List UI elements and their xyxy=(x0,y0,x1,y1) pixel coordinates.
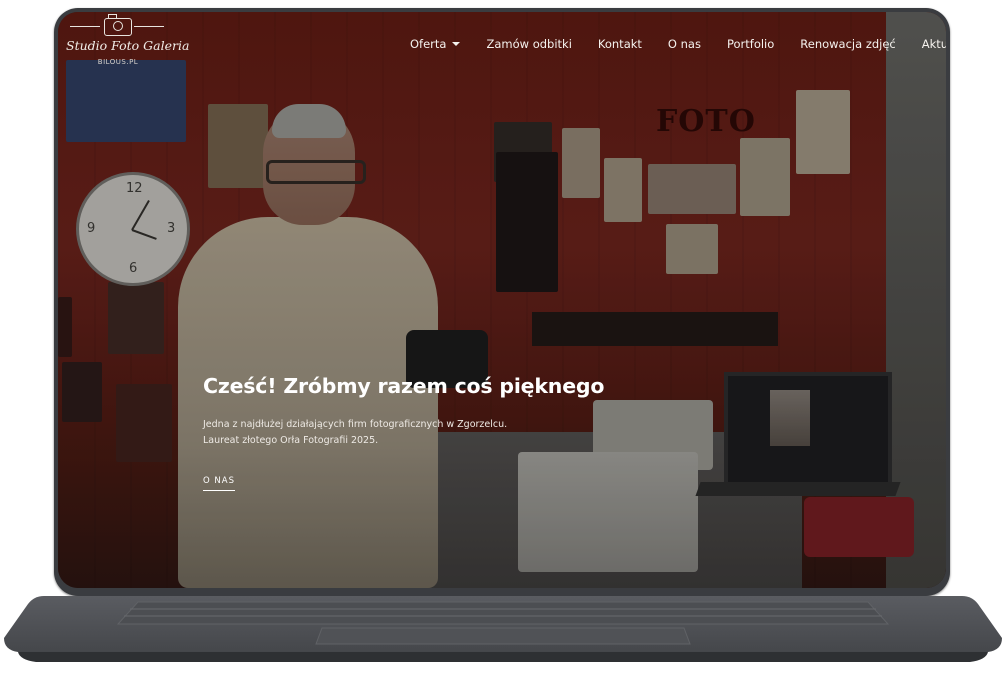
laptop-base xyxy=(4,594,1002,666)
main-nav: Oferta Zamów odbitki Kontakt O nas Portf… xyxy=(410,34,946,54)
nav-item-label: Renowacja zdjęć xyxy=(800,37,896,51)
site-logo[interactable]: Studio Foto Galeria BILOUS.PL xyxy=(66,14,190,74)
nav-item-aktualnosci[interactable]: Aktualnoś xyxy=(922,37,946,51)
hero-description-line-2: Laureat złotego Orła Fotografii 2025. xyxy=(203,435,379,446)
nav-item-label: Kontakt xyxy=(597,37,642,51)
hero-background-photo: FOTO 12 3 6 9 xyxy=(58,12,946,588)
laptop-base-shape xyxy=(4,596,1002,662)
chevron-down-icon xyxy=(452,42,461,46)
nav-item-kontakt[interactable]: Kontakt xyxy=(598,37,642,51)
hero-description-line-1: Jedna z najdłużej działających firm foto… xyxy=(203,419,508,430)
nav-item-oferta[interactable]: Oferta xyxy=(410,37,461,51)
laptop-screen: FOTO 12 3 6 9 Studio Foto Galeria BILOUS… xyxy=(58,12,946,588)
hero-title: Cześć! Zróbmy razem coś pięknego xyxy=(203,374,605,398)
logo-line-left xyxy=(70,26,100,27)
logo-line-right xyxy=(134,26,164,27)
nav-item-renowacja[interactable]: Renowacja zdjęć xyxy=(800,37,895,51)
nav-item-portfolio[interactable]: Portfolio xyxy=(727,37,774,51)
nav-item-label: Oferta xyxy=(410,37,447,51)
nav-item-label: Portfolio xyxy=(726,37,775,51)
nav-item-label: O nas xyxy=(667,37,701,51)
laptop-mockup: FOTO 12 3 6 9 Studio Foto Galeria BILOUS… xyxy=(0,0,1007,676)
camera-icon xyxy=(104,14,132,36)
about-us-button[interactable]: O NAS xyxy=(203,476,235,491)
nav-item-o-nas[interactable]: O nas xyxy=(668,37,701,51)
logo-name: Studio Foto Galeria xyxy=(66,38,190,53)
logo-domain: BILOUS.PL xyxy=(97,58,139,66)
dark-overlay xyxy=(58,12,946,588)
nav-item-label: Zamów odbitki xyxy=(486,37,572,51)
nav-item-zamow-odbitki[interactable]: Zamów odbitki xyxy=(486,37,571,51)
nav-item-label: Aktualnoś xyxy=(921,37,946,51)
